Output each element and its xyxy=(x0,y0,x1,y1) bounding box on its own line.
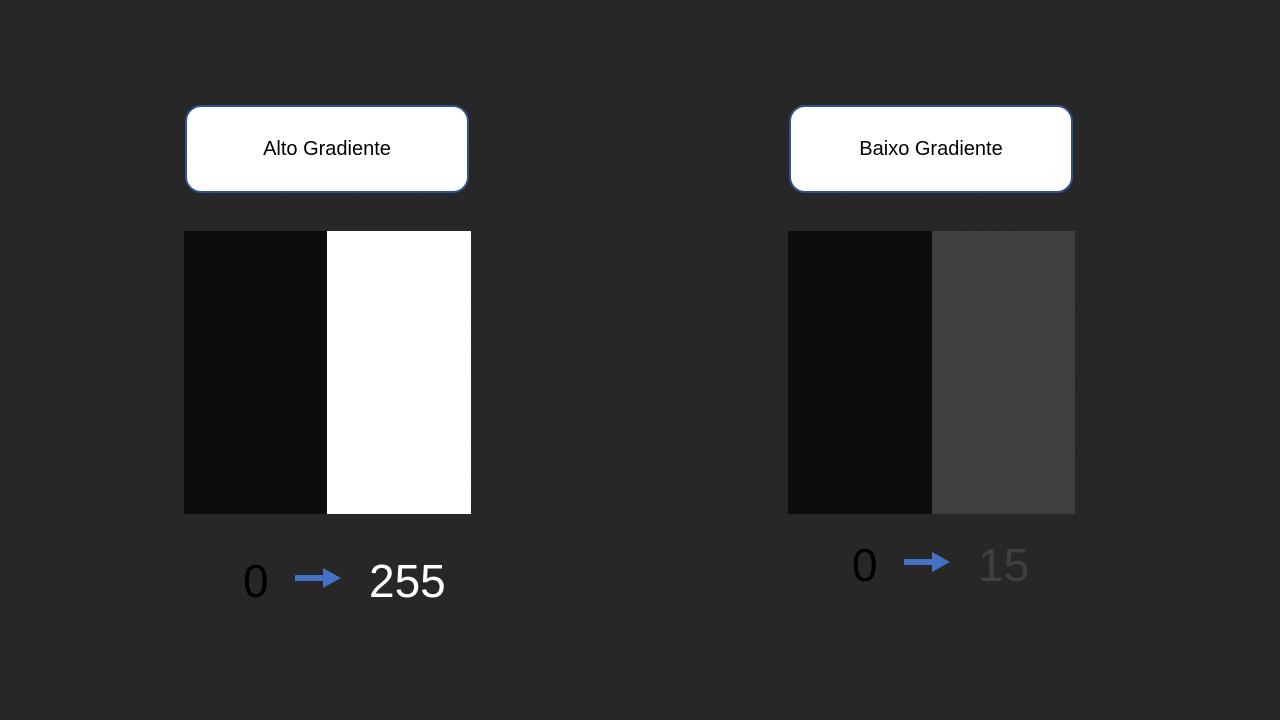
baixo-gradiente-to-value: 15 xyxy=(978,539,1030,591)
baixo-gradiente-title: Baixo Gradiente xyxy=(859,137,1003,160)
alto-gradiente-dark-swatch xyxy=(184,231,327,514)
baixo-gradiente-from-value: 0 xyxy=(852,539,878,591)
alto-gradiente-to-value: 255 xyxy=(369,555,446,607)
alto-gradiente-label-box: Alto Gradiente xyxy=(185,105,469,193)
alto-gradiente-title: Alto Gradiente xyxy=(263,137,391,160)
alto-gradiente-light-swatch xyxy=(327,231,471,514)
arrow-right-icon xyxy=(295,568,341,588)
baixo-gradiente-dark-swatch xyxy=(788,231,932,514)
baixo-gradiente-light-swatch xyxy=(932,231,1075,514)
alto-gradiente-from-value: 0 xyxy=(243,555,269,607)
arrow-right-icon xyxy=(904,552,950,572)
baixo-gradiente-label-box: Baixo Gradiente xyxy=(789,105,1073,193)
